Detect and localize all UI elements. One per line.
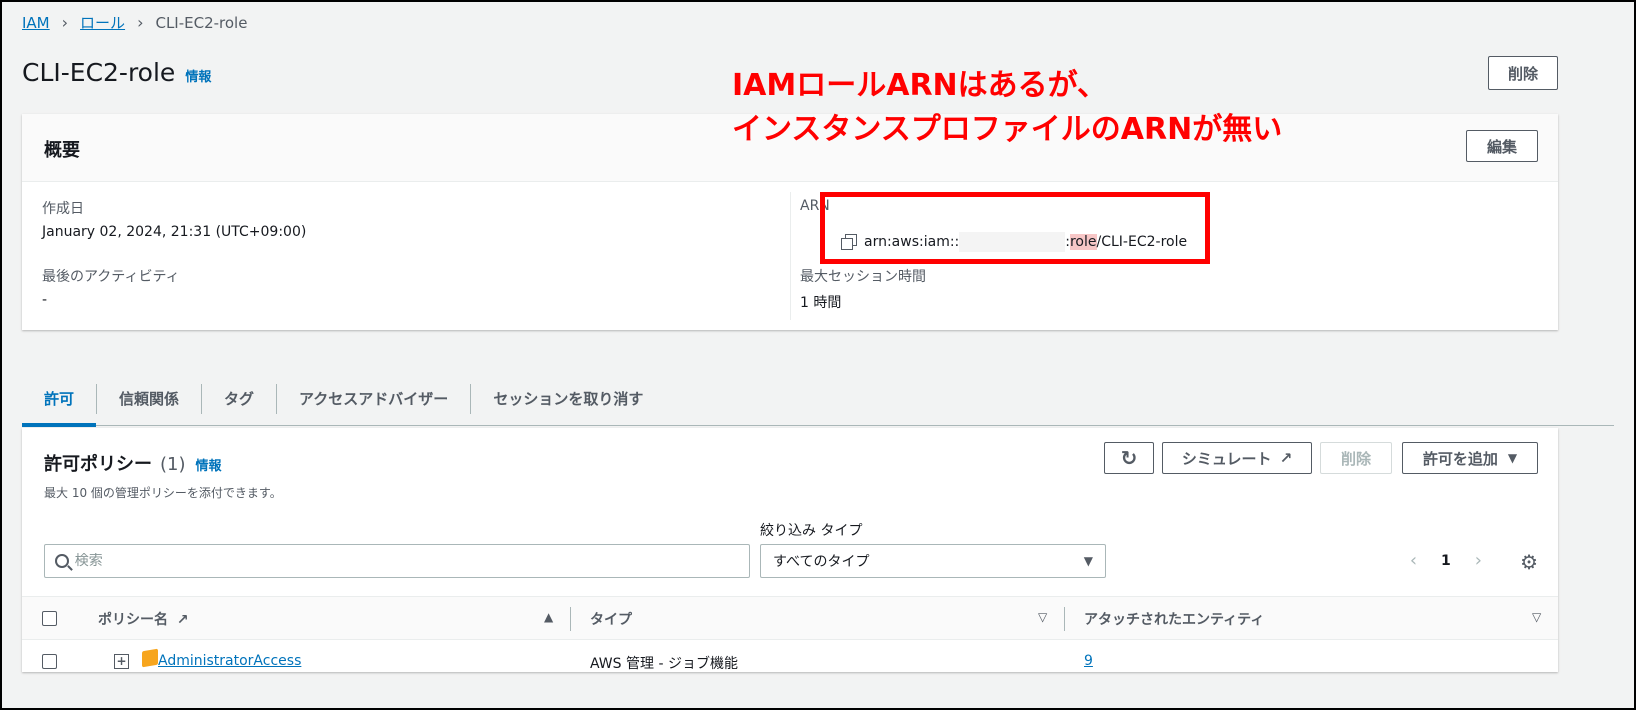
info-link[interactable]: 情報: [185, 66, 211, 85]
policy-search-box[interactable]: [44, 544, 750, 578]
console-frame: IAM › ロール › CLI-EC2-role CLI-EC2-role 情報…: [0, 0, 1636, 710]
tab-access-advisor[interactable]: アクセスアドバイザー: [277, 372, 470, 426]
created-label: 作成日: [42, 201, 84, 217]
delete-policy-button[interactable]: 削除: [1320, 442, 1392, 474]
external-link-icon: ↗: [1279, 449, 1293, 467]
column-attached-entities[interactable]: アタッチされたエンティティ: [1084, 609, 1264, 629]
permissions-policies-panel: 許可ポリシー (1) 情報 最大 10 個の管理ポリシーを添付できます。 ↻ シ…: [22, 428, 1558, 672]
column-type[interactable]: タイプ: [590, 609, 632, 629]
chevron-right-icon[interactable]: ›: [1475, 550, 1482, 571]
max-session-label: 最大セッション時間: [800, 269, 926, 285]
tab-tags[interactable]: タグ: [202, 372, 276, 426]
breadcrumb-iam[interactable]: IAM: [22, 14, 50, 32]
add-permissions-button[interactable]: 許可を追加 ▼: [1402, 442, 1538, 474]
summary-title: 概要: [44, 140, 80, 161]
policies-title: 許可ポリシー (1) 情報: [44, 454, 222, 475]
policy-name-link[interactable]: AdministratorAccess: [158, 653, 301, 669]
pagination: ‹ 1 ›: [1398, 550, 1494, 571]
page-header: CLI-EC2-role 情報: [22, 58, 211, 87]
table-row: + AdministratorAccess AWS 管理 - ジョブ機能 9: [22, 640, 1558, 684]
refresh-icon: ↻: [1120, 446, 1138, 470]
tab-permissions[interactable]: 許可: [22, 372, 97, 427]
expand-icon[interactable]: +: [114, 654, 129, 669]
edit-button[interactable]: 編集: [1466, 130, 1538, 162]
table-header: ポリシー名 ↗ ▲ タイプ ▽ アタッチされたエンティティ ▽: [22, 596, 1558, 640]
simulate-button[interactable]: シミュレート ↗: [1162, 442, 1312, 474]
policies-info-link[interactable]: 情報: [196, 455, 222, 474]
attached-entities-link[interactable]: 9: [1084, 653, 1093, 669]
chevron-right-icon: ›: [61, 13, 69, 32]
delete-role-button[interactable]: 削除: [1488, 56, 1558, 90]
caret-down-icon: ▼: [1083, 554, 1093, 568]
column-policy-name[interactable]: ポリシー名 ↗: [98, 609, 189, 629]
created-value: January 02, 2024, 21:31 (UTC+09:00): [42, 224, 307, 240]
policy-search-input[interactable]: [74, 553, 749, 569]
search-icon: [55, 554, 69, 568]
select-all-checkbox[interactable]: [42, 611, 57, 626]
tab-revoke-sessions[interactable]: セッションを取り消す: [471, 372, 665, 426]
refresh-button[interactable]: ↻: [1104, 442, 1154, 474]
last-activity-label: 最後のアクティビティ: [42, 269, 180, 285]
filter-type-label: 絞り込み タイプ: [760, 523, 863, 539]
sort-icon[interactable]: ▽: [1038, 610, 1047, 624]
chevron-left-icon[interactable]: ‹: [1410, 550, 1417, 571]
breadcrumb: IAM › ロール › CLI-EC2-role: [22, 12, 247, 33]
last-activity-value: -: [42, 292, 48, 308]
gear-icon[interactable]: ⚙: [1520, 550, 1538, 574]
aws-managed-icon: [142, 648, 158, 668]
chevron-right-icon: ›: [137, 13, 144, 32]
page-title: CLI-EC2-role: [22, 58, 176, 87]
policies-count: (1): [160, 454, 186, 475]
row-checkbox[interactable]: [42, 654, 57, 669]
page-number[interactable]: 1: [1441, 553, 1451, 569]
external-link-icon: ↗: [176, 612, 189, 628]
breadcrumb-roles[interactable]: ロール: [80, 12, 125, 33]
filter-type-select[interactable]: すべてのタイプ ▼: [760, 544, 1106, 578]
max-session-value: 1 時間: [800, 295, 842, 311]
sort-ascending-icon[interactable]: ▲: [544, 610, 553, 624]
policy-type: AWS 管理 - ジョブ機能: [590, 656, 738, 672]
tab-bar: 許可 信頼関係 タグ アクセスアドバイザー セッションを取り消す: [22, 372, 1614, 427]
policies-description: 最大 10 個の管理ポリシーを添付できます。: [44, 486, 282, 500]
sort-icon[interactable]: ▽: [1532, 610, 1541, 624]
annotation-highlight-box: [820, 192, 1210, 264]
annotation-text: IAMロールARNはあるが、 インスタンスプロファイルのARNが無い: [732, 68, 1283, 147]
caret-down-icon: ▼: [1507, 451, 1518, 465]
breadcrumb-current: CLI-EC2-role: [155, 13, 248, 32]
tab-trust-relationships[interactable]: 信頼関係: [97, 372, 201, 426]
column-divider: [790, 192, 791, 320]
